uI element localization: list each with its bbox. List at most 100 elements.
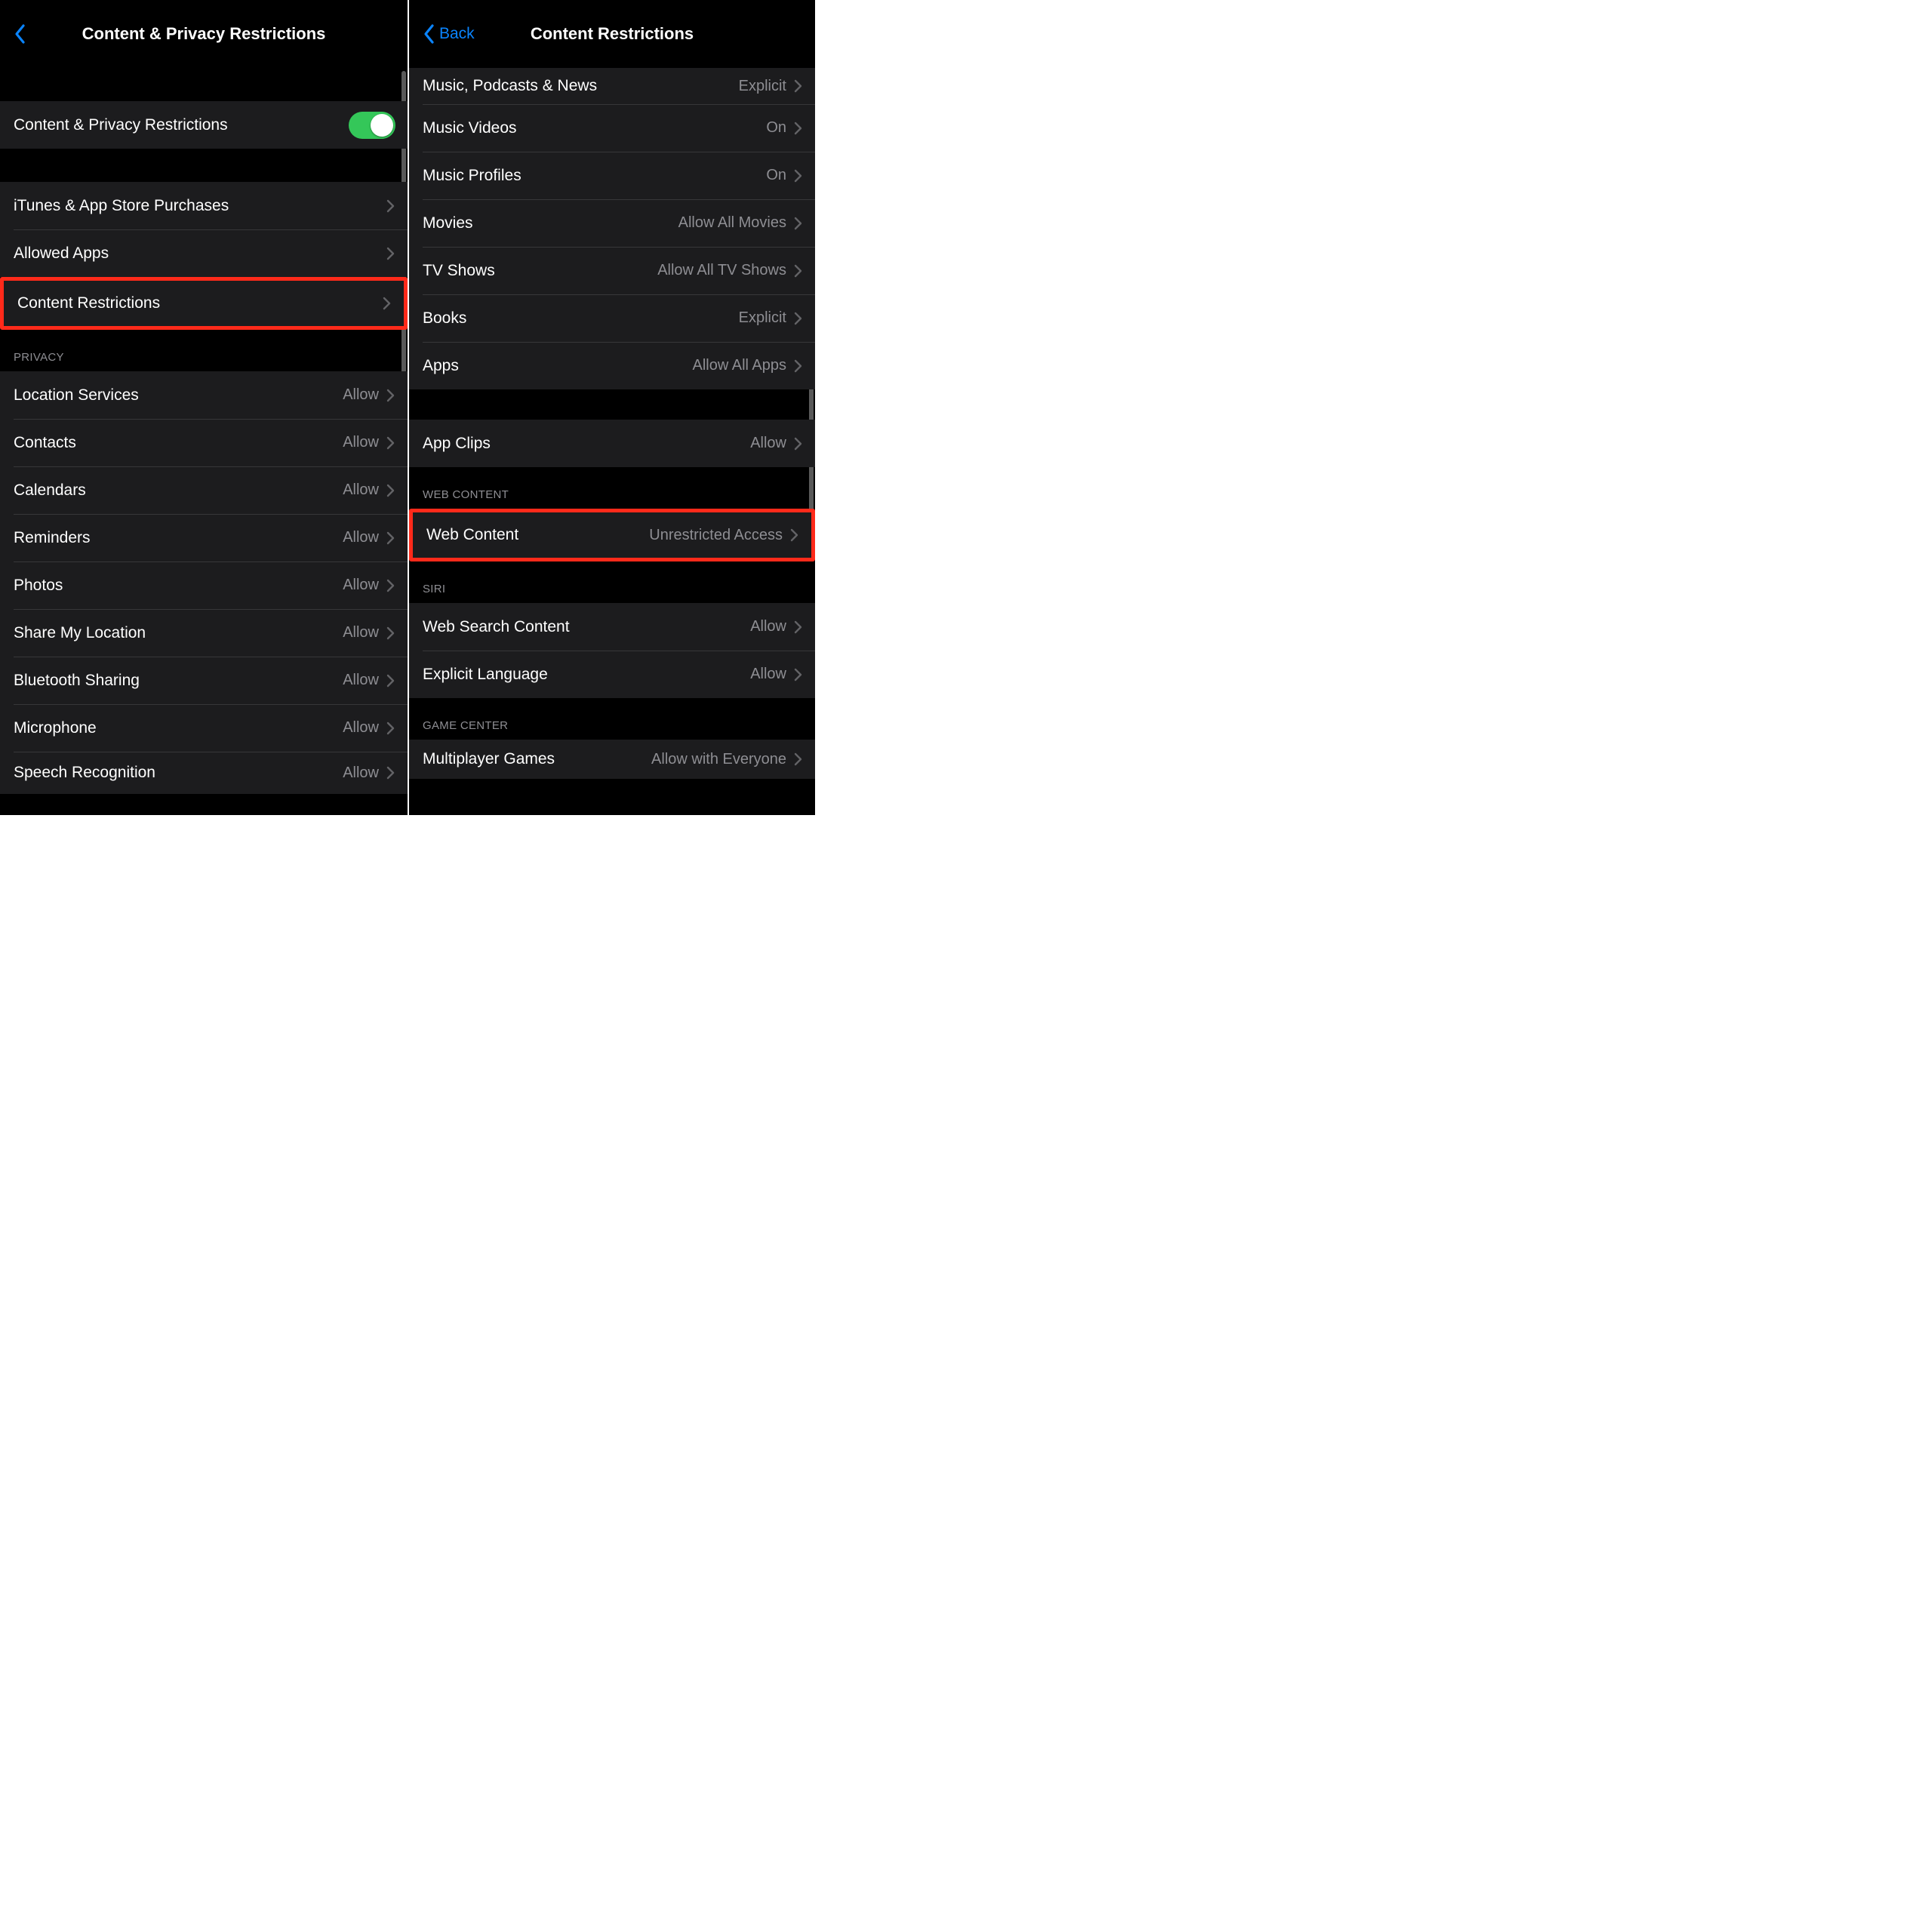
- chevron-right-icon: [794, 620, 803, 634]
- row-label: Content Restrictions: [17, 294, 160, 312]
- row-value: Allow: [343, 764, 379, 782]
- row-value: Allow: [343, 481, 379, 499]
- chevron-right-icon: [386, 579, 395, 592]
- row-label: Allowed Apps: [14, 245, 109, 263]
- row-web-search-content[interactable]: Web Search Content Allow: [409, 603, 815, 651]
- settings-list: Music, Podcasts & News Explicit Music Vi…: [409, 68, 815, 815]
- row-reminders[interactable]: Reminders Allow: [0, 514, 408, 561]
- row-value: Allow: [750, 666, 786, 683]
- nav-bar: Back Content Restrictions: [409, 0, 815, 68]
- row-label: Explicit Language: [423, 666, 548, 684]
- chevron-right-icon: [794, 264, 803, 278]
- row-value: Explicit: [739, 78, 786, 95]
- chevron-right-icon: [794, 668, 803, 681]
- chevron-right-icon: [386, 247, 395, 260]
- chevron-right-icon: [383, 297, 392, 310]
- row-value: Allow: [750, 435, 786, 452]
- chevron-right-icon: [386, 389, 395, 402]
- settings-list: Content & Privacy Restrictions iTunes & …: [0, 68, 408, 815]
- chevron-right-icon: [386, 484, 395, 497]
- section-header-siri: Siri: [409, 561, 815, 603]
- row-label: Web Content: [426, 526, 518, 544]
- chevron-right-icon: [386, 766, 395, 780]
- row-value: Allow: [343, 672, 379, 689]
- row-itunes-purchases[interactable]: iTunes & App Store Purchases: [0, 182, 408, 229]
- row-value: Allow: [343, 529, 379, 546]
- row-label: Photos: [14, 577, 63, 595]
- chevron-left-icon: [423, 23, 436, 45]
- row-value: Allow All Apps: [692, 357, 786, 374]
- chevron-right-icon: [386, 721, 395, 735]
- chevron-right-icon: [386, 436, 395, 450]
- row-content-restrictions[interactable]: Content Restrictions: [4, 281, 404, 326]
- row-value: Allow: [343, 624, 379, 641]
- row-label: Contacts: [14, 434, 76, 452]
- row-value: Unrestricted Access: [649, 527, 783, 544]
- section-header-game-center: Game Center: [409, 698, 815, 740]
- row-value: On: [766, 167, 786, 184]
- row-movies[interactable]: Movies Allow All Movies: [409, 199, 815, 247]
- chevron-right-icon: [794, 122, 803, 135]
- row-value: Allow with Everyone: [651, 751, 786, 768]
- chevron-right-icon: [794, 79, 803, 93]
- row-location-services[interactable]: Location Services Allow: [0, 371, 408, 419]
- row-tv-shows[interactable]: TV Shows Allow All TV Shows: [409, 247, 815, 294]
- row-label: Content & Privacy Restrictions: [14, 116, 228, 134]
- row-master-toggle[interactable]: Content & Privacy Restrictions: [0, 101, 408, 149]
- row-share-my-location[interactable]: Share My Location Allow: [0, 609, 408, 657]
- back-label: Back: [439, 25, 475, 43]
- chevron-right-icon: [794, 217, 803, 230]
- row-label: Music Videos: [423, 119, 517, 137]
- row-label: Calendars: [14, 481, 86, 500]
- row-label: Apps: [423, 357, 459, 375]
- row-music-podcasts-news[interactable]: Music, Podcasts & News Explicit: [409, 68, 815, 104]
- row-label: Movies: [423, 214, 473, 232]
- row-app-clips[interactable]: App Clips Allow: [409, 420, 815, 467]
- row-value: Allow: [343, 719, 379, 737]
- row-multiplayer-games[interactable]: Multiplayer Games Allow with Everyone: [409, 740, 815, 779]
- chevron-right-icon: [794, 437, 803, 451]
- toggle-content-privacy[interactable]: [349, 112, 395, 139]
- row-explicit-language[interactable]: Explicit Language Allow: [409, 651, 815, 698]
- row-label: Music Profiles: [423, 167, 521, 185]
- row-label: Books: [423, 309, 466, 328]
- section-header-web-content: Web Content: [409, 467, 815, 509]
- spacer: [0, 149, 408, 182]
- row-apps[interactable]: Apps Allow All Apps: [409, 342, 815, 389]
- row-value: Allow All TV Shows: [657, 262, 786, 279]
- row-label: Bluetooth Sharing: [14, 672, 140, 690]
- row-web-content[interactable]: Web Content Unrestricted Access: [413, 512, 811, 558]
- row-books[interactable]: Books Explicit: [409, 294, 815, 342]
- row-music-profiles[interactable]: Music Profiles On: [409, 152, 815, 199]
- chevron-right-icon: [386, 674, 395, 688]
- row-label: Location Services: [14, 386, 139, 405]
- row-label: Speech Recognition: [14, 764, 155, 782]
- back-button[interactable]: Back: [423, 23, 475, 45]
- chevron-right-icon: [386, 199, 395, 213]
- section-header-privacy: Privacy: [0, 330, 408, 371]
- row-photos[interactable]: Photos Allow: [0, 561, 408, 609]
- toggle-knob: [371, 114, 393, 137]
- row-label: Reminders: [14, 529, 91, 547]
- row-value: Allow: [343, 434, 379, 451]
- spacer: [0, 68, 408, 101]
- row-contacts[interactable]: Contacts Allow: [0, 419, 408, 466]
- row-calendars[interactable]: Calendars Allow: [0, 466, 408, 514]
- row-label: App Clips: [423, 435, 491, 453]
- chevron-left-icon: [14, 23, 27, 45]
- row-bluetooth-sharing[interactable]: Bluetooth Sharing Allow: [0, 657, 408, 704]
- row-label: iTunes & App Store Purchases: [14, 197, 229, 215]
- row-speech-recognition[interactable]: Speech Recognition Allow: [0, 752, 408, 794]
- spacer: [409, 389, 815, 420]
- row-label: Music, Podcasts & News: [423, 77, 597, 95]
- row-allowed-apps[interactable]: Allowed Apps: [0, 229, 408, 277]
- row-value: Allow All Movies: [678, 214, 786, 232]
- back-button[interactable]: [14, 23, 30, 45]
- row-music-videos[interactable]: Music Videos On: [409, 104, 815, 152]
- row-label: Share My Location: [14, 624, 146, 642]
- highlight-web-content: Web Content Unrestricted Access: [409, 509, 815, 561]
- chevron-right-icon: [794, 359, 803, 373]
- pane-content-privacy: Content & Privacy Restrictions Content &…: [0, 0, 408, 815]
- row-microphone[interactable]: Microphone Allow: [0, 704, 408, 752]
- row-value: Allow: [343, 577, 379, 594]
